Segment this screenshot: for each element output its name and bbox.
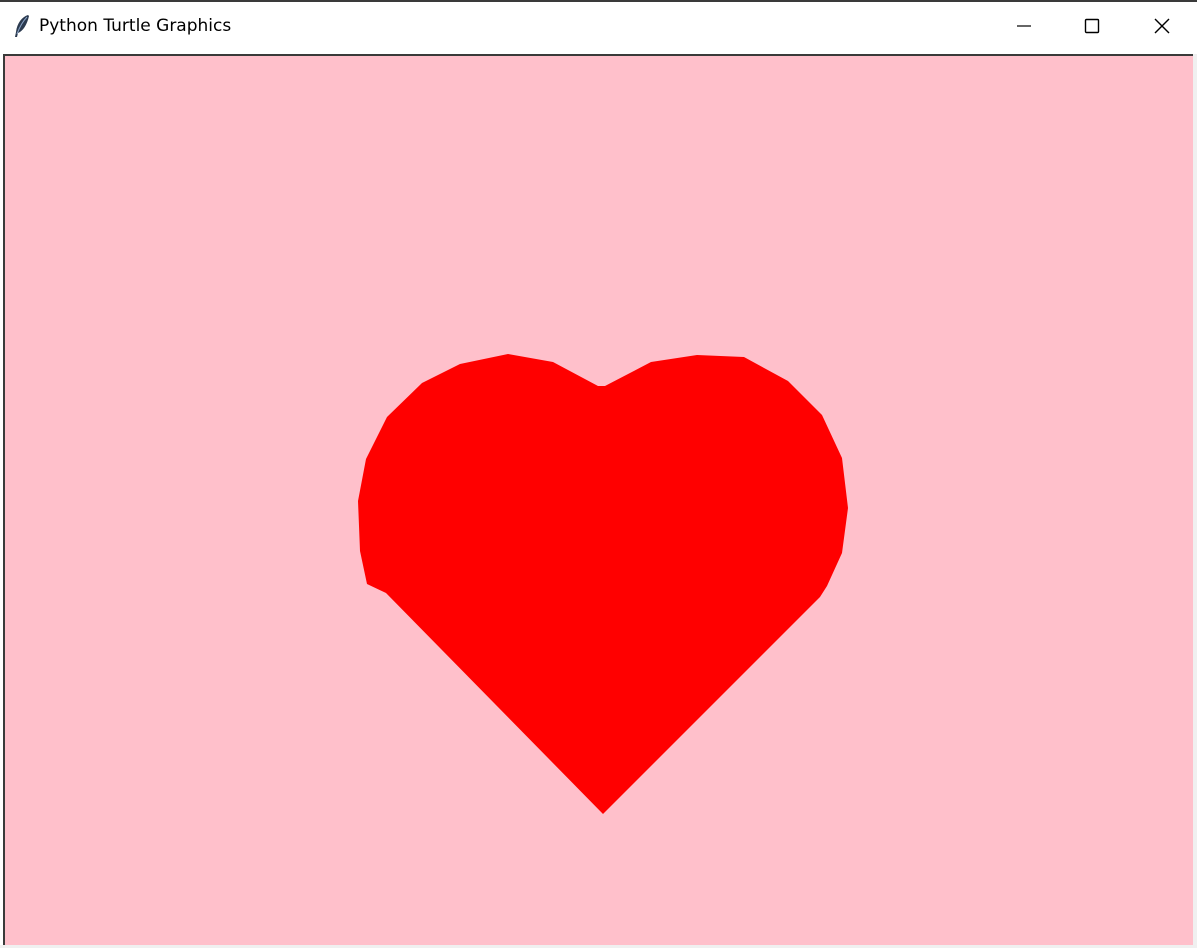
drawing-surface [358,354,848,814]
window-title: Python Turtle Graphics [39,16,232,36]
heart-shape [358,354,848,814]
maximize-button[interactable] [1057,4,1127,48]
maximize-icon [1084,18,1100,34]
close-icon [1153,17,1171,35]
minimize-button[interactable] [989,4,1059,48]
close-button[interactable] [1127,4,1197,48]
window-edge-right [1193,54,1197,948]
title-bar[interactable]: Python Turtle Graphics [0,4,1197,48]
feather-icon [12,14,32,38]
minimize-icon [1016,18,1032,34]
turtle-window: Python Turtle Graphics [0,0,1197,948]
turtle-canvas[interactable] [3,54,1193,945]
